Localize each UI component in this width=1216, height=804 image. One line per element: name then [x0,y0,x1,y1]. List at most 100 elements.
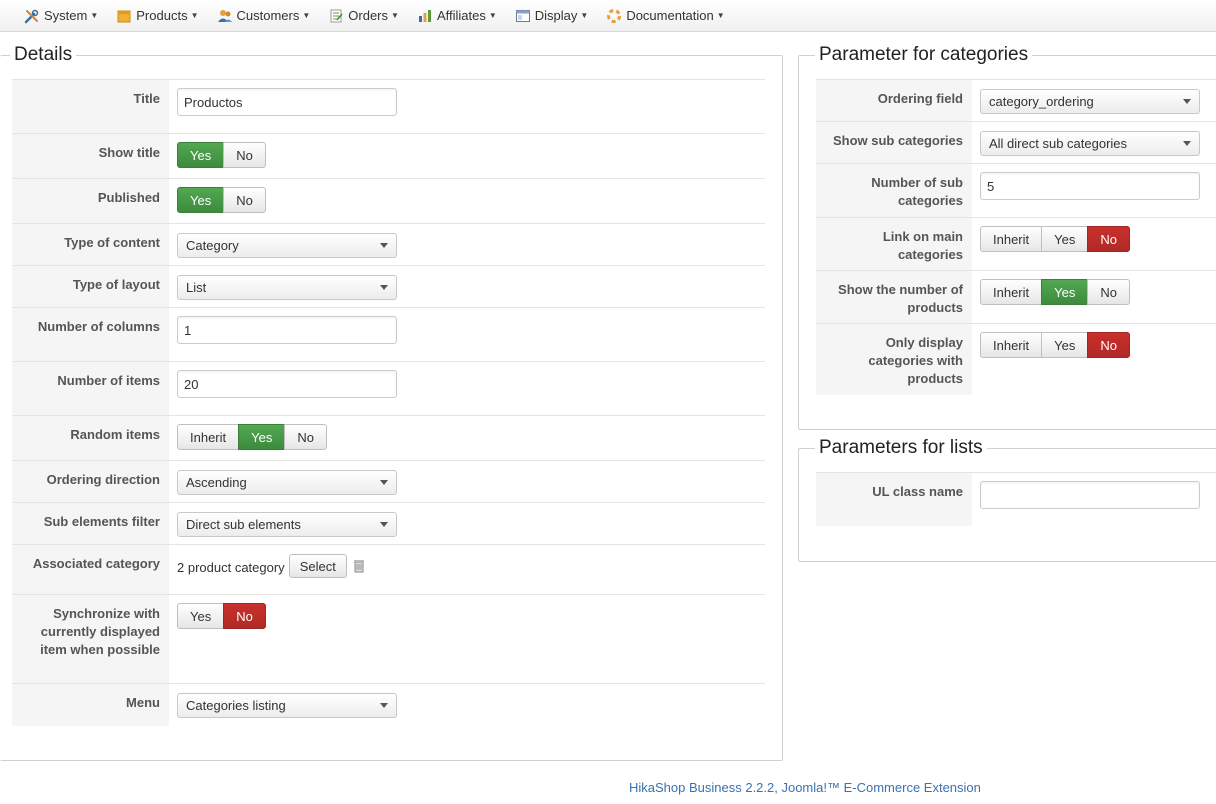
menu-documentation-label: Documentation [626,8,714,23]
ordering-direction-select[interactable]: Ascending [177,470,397,495]
ordering-field-select-value: category_ordering [989,94,1094,109]
menu-affiliates-label: Affiliates [436,8,486,23]
published-label: Published [12,179,169,223]
menu-select[interactable]: Categories listing [177,693,397,718]
row-num-columns: Number of columns [12,307,765,361]
trash-icon[interactable] [353,558,365,577]
sub-elements-value-cell: Direct sub elements [169,503,765,544]
type-content-select-value: Category [186,238,239,253]
published-value-cell: Yes No [169,179,765,223]
published-no-button[interactable]: No [223,187,266,213]
row-num-sub: Number of sub categories [816,163,1216,217]
row-show-number: Show the number of products Inherit Yes … [816,270,1216,323]
type-content-select[interactable]: Category [177,233,397,258]
menu-display-label: Display [534,8,578,23]
dropdown-arrow-icon [1183,99,1191,104]
details-legend: Details [10,44,77,66]
num-items-value-cell [169,362,765,415]
only-display-value-cell: Inherit Yes No [972,324,1216,395]
categories-fieldset: Parameter for categories Ordering field … [798,44,1216,430]
row-type-layout: Type of layout List [12,265,765,307]
link-main-toggle: Inherit Yes No [980,226,1130,252]
caret-down-icon: ▼ [580,11,589,20]
menu-orders-label: Orders [348,8,389,23]
menu-products[interactable]: Products ▼ [116,8,199,24]
title-value-cell [169,80,765,133]
ul-class-input[interactable] [980,481,1200,509]
sub-elements-select[interactable]: Direct sub elements [177,512,397,537]
show-title-no-button[interactable]: No [223,142,266,168]
menu-customers[interactable]: Customers ▼ [217,8,310,24]
ordering-direction-label: Ordering direction [12,461,169,502]
ordering-direction-select-value: Ascending [186,475,247,490]
only-display-inherit-button[interactable]: Inherit [980,332,1043,358]
random-items-value-cell: Inherit Yes No [169,416,765,460]
caret-down-icon: ▼ [90,11,99,20]
only-display-no-button[interactable]: No [1087,332,1130,358]
caret-down-icon: ▼ [716,11,725,20]
menu-orders[interactable]: Orders ▼ [328,8,399,24]
assoc-category-value: 2 product category [177,560,285,575]
documentation-icon [606,8,622,24]
random-items-yes-button[interactable]: Yes [238,424,286,450]
menu-value-cell: Categories listing [169,684,765,726]
link-main-inherit-button[interactable]: Inherit [980,226,1043,252]
title-label: Title [12,80,169,133]
show-sub-select[interactable]: All direct sub categories [980,131,1200,156]
published-yes-button[interactable]: Yes [177,187,225,213]
menu-system-label: System [44,8,88,23]
link-main-yes-button[interactable]: Yes [1041,226,1089,252]
show-number-no-button[interactable]: No [1087,279,1130,305]
sync-no-button[interactable]: No [223,603,266,629]
num-sub-input[interactable] [980,172,1200,200]
row-link-main: Link on main categories Inherit Yes No [816,217,1216,270]
random-items-inherit-button[interactable]: Inherit [177,424,240,450]
products-icon [116,8,132,24]
link-main-label: Link on main categories [816,218,972,270]
top-menu-bar: System ▼ Products ▼ Customers ▼ Orders ▼ Aff… [0,0,1216,32]
show-title-label: Show title [12,134,169,178]
ordering-field-select[interactable]: category_ordering [980,89,1200,114]
lists-fieldset: Parameters for lists UL class name [798,437,1216,562]
menu-select-value: Categories listing [186,698,286,713]
sync-yes-button[interactable]: Yes [177,603,225,629]
menu-display[interactable]: Display ▼ [515,8,589,24]
menu-documentation[interactable]: Documentation ▼ [606,8,725,24]
show-number-yes-button[interactable]: Yes [1041,279,1089,305]
published-toggle: Yes No [177,187,266,213]
select-category-button[interactable]: Select [288,554,347,578]
show-number-inherit-button[interactable]: Inherit [980,279,1043,305]
show-sub-select-value: All direct sub categories [989,136,1128,151]
show-title-toggle: Yes No [177,142,266,168]
title-input[interactable] [177,88,397,116]
affiliates-icon [417,8,433,24]
random-items-no-button[interactable]: No [284,424,327,450]
customers-icon [217,8,233,24]
display-icon [515,8,531,24]
show-title-yes-button[interactable]: Yes [177,142,225,168]
show-number-value-cell: Inherit Yes No [972,271,1216,323]
assoc-category-value-cell: 2 product category Select [169,545,765,594]
ul-class-value-cell [972,473,1216,526]
num-items-input[interactable] [177,370,397,398]
row-menu: Menu Categories listing [12,683,765,726]
show-sub-value-cell: All direct sub categories [972,122,1216,163]
row-only-display: Only display categories with products In… [816,323,1216,395]
menu-customers-label: Customers [236,8,300,23]
footer-link[interactable]: HikaShop Business 2.2.2, Joomla!™ E-Comm… [629,780,981,795]
num-columns-input[interactable] [177,316,397,344]
ordering-field-value-cell: category_ordering [972,80,1216,121]
dropdown-arrow-icon [1183,141,1191,146]
only-display-yes-button[interactable]: Yes [1041,332,1089,358]
details-fieldset: Details Title Show title Yes No Publishe… [0,44,783,761]
link-main-no-button[interactable]: No [1087,226,1130,252]
menu-affiliates[interactable]: Affiliates ▼ [417,8,497,24]
type-layout-select[interactable]: List [177,275,397,300]
menu-system[interactable]: System ▼ [24,8,98,24]
row-sub-elements: Sub elements filter Direct sub elements [12,502,765,544]
categories-legend: Parameter for categories [815,44,1033,66]
caret-down-icon: ▼ [488,11,497,20]
show-number-toggle: Inherit Yes No [980,279,1130,305]
sub-elements-label: Sub elements filter [12,503,169,544]
type-content-label: Type of content [12,224,169,265]
